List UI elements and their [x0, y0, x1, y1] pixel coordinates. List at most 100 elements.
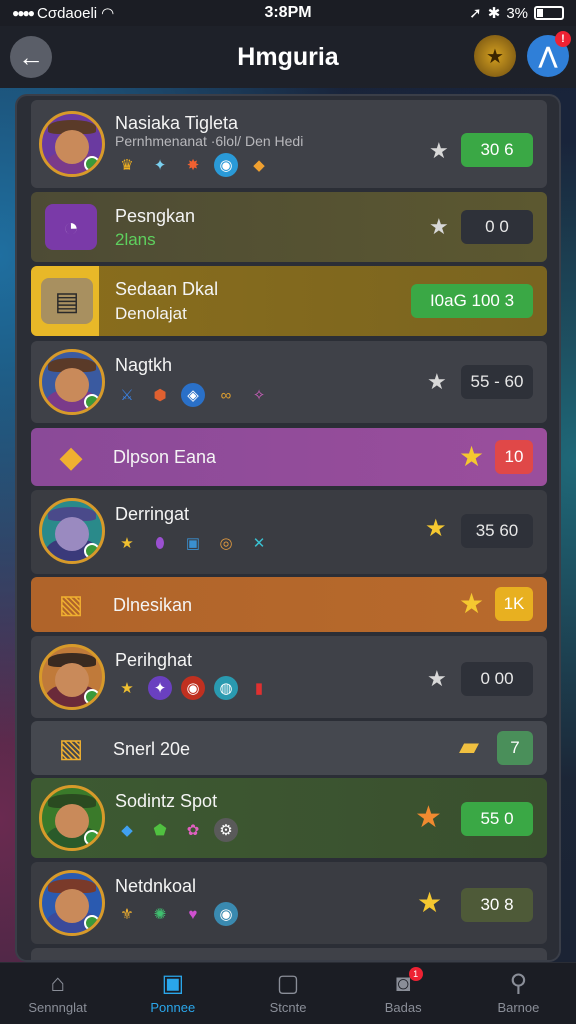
device-icon: ▢	[276, 970, 300, 997]
battery-percent: 3%	[506, 4, 528, 22]
globe-icon: ◍	[214, 676, 238, 700]
chest-icon: ◆	[253, 157, 265, 174]
list-item[interactable]: Netdnkoal ⚜ ✺ ♥ ◉ ★ 30 8	[31, 862, 547, 944]
badge-icons: ⚔ ⬢ ◈ ∞ ✧	[115, 383, 271, 407]
sword-icon: ✕	[252, 535, 266, 552]
player-name: Netdnkoal	[115, 876, 197, 896]
list-item[interactable]: ◆ Dlpson Eana ★ 10	[31, 428, 547, 486]
potion-icon: ▮	[254, 680, 264, 697]
gem-icon: ✦	[153, 157, 167, 174]
list-item[interactable]: ◔ Pesngkan 2lans ★ 0 0	[31, 192, 547, 262]
emerald-icon: ⬟	[153, 822, 167, 839]
notifications-button[interactable]: ⋀!	[527, 31, 571, 77]
flower-icon: ✿	[186, 822, 200, 839]
crystal-icon: ◆	[121, 822, 133, 839]
tab-home[interactable]: ⌂ Sennnglat	[0, 963, 115, 1024]
player-subtitle: 2lans	[115, 230, 156, 249]
gold-bar-icon: ▰	[459, 731, 479, 761]
gear-icon: ⚙	[214, 818, 238, 842]
fire-orb-icon: ◉	[181, 676, 205, 700]
home-icon: ⌂	[50, 970, 65, 997]
list-item[interactable]: Perihghat ★ ✦ ◉ ◍ ▮ ★ 0 00	[31, 636, 547, 718]
scroll-icon: ▧	[58, 732, 84, 763]
badge-icons: ◆ ⬟ ✿ ⚙	[115, 818, 238, 842]
carrier-label: Cσdaoeli	[37, 4, 98, 22]
signal-icon: ●●●●	[12, 6, 35, 20]
list-item[interactable]: ▧ Dlnesikan ★ 1K	[31, 577, 547, 632]
star-lock-icon: ★	[486, 45, 504, 68]
camera-icon: ▣	[161, 970, 185, 997]
score-badge: 7	[497, 731, 533, 765]
avatar	[39, 349, 105, 415]
list-item[interactable]: ▤ Sedaan Dkal Denolajat I0aG 100 3	[31, 266, 547, 336]
location-icon: ➚	[469, 5, 482, 22]
score-badge: 55 - 60	[461, 365, 533, 399]
page-title: Hmguria	[237, 42, 339, 71]
back-button[interactable]: ←	[10, 36, 52, 78]
sword-icon: ⚔	[120, 387, 134, 404]
avatar	[39, 498, 105, 564]
favorites-button[interactable]: ★	[474, 35, 516, 77]
chest-icon: ▣	[185, 535, 201, 552]
wifi-icon: ◠	[101, 5, 115, 22]
tab-profile[interactable]: ⚲ Barnoe	[461, 963, 576, 1024]
candy-icon: ✧	[252, 387, 266, 404]
list-item[interactable]: Sodintz Spot ◆ ⬟ ✿ ⚙ ★ 55 0	[31, 778, 547, 858]
tab-badas[interactable]: ◙ 1 Badas	[346, 963, 461, 1024]
list-item[interactable]	[31, 948, 547, 960]
star-badge-icon: ★	[120, 680, 134, 697]
score-badge: 0 0	[461, 210, 533, 244]
list-item[interactable]: Nasiaka Tigleta Pernhmenanat ·6lol/ Den …	[31, 100, 547, 188]
score-badge: 0 00	[461, 662, 533, 696]
player-subtitle: Pernhmenanat ·6lol/ Den Hedi	[115, 133, 304, 149]
battery-icon	[534, 6, 564, 20]
badge-icons: ⚜ ✺ ♥ ◉	[115, 902, 238, 926]
player-name: Dlnesikan	[113, 595, 193, 615]
player-name: Perihghat	[115, 650, 193, 670]
list-item[interactable]: ▧ Snerl 20e ▰ 7	[31, 721, 547, 775]
badge-icons: ★ ✦ ◉ ◍ ▮	[115, 676, 271, 700]
list-item[interactable]: Derringat ★ ⬮ ▣ ◎ ✕ ★ 35 60	[31, 490, 547, 574]
medal-icon: ⚜	[120, 906, 134, 923]
player-name: Sedaan Dkal	[115, 279, 219, 299]
chest-icon: ◆	[59, 440, 83, 474]
score-badge: 30 8	[461, 888, 533, 922]
list-item[interactable]: Nagtkh ⚔ ⬢ ◈ ∞ ✧ ★ 55 - 60	[31, 341, 547, 423]
fire-icon: ✸	[186, 157, 200, 174]
star-icon: ★	[429, 214, 449, 239]
rune-icon: ◈	[181, 383, 205, 407]
ring-icon: ∞	[220, 386, 232, 404]
avatar	[39, 870, 105, 936]
score-badge: 35 60	[461, 514, 533, 548]
avatar	[39, 111, 105, 177]
star-icon: ★	[425, 515, 447, 542]
crown-icon: ♛	[120, 157, 134, 174]
star-icon: ★	[417, 887, 443, 918]
status-bar: ●●●● Cσdaoeli ◠ 3:8PM ➚ ✱ 3%	[0, 0, 576, 26]
heart-icon: ♥	[188, 905, 198, 923]
crystal-icon: ⬮	[155, 534, 165, 552]
star-icon: ★	[429, 138, 449, 163]
tab-stcnte[interactable]: ▢ Stcnte	[230, 963, 345, 1024]
coin-stack-icon: ◎	[219, 535, 233, 552]
star-badge-icon: ★	[120, 535, 134, 552]
orb-icon: ✦	[148, 676, 172, 700]
item-icon: ▤	[41, 278, 93, 324]
tab-ponnee[interactable]: ▣ Ponnee	[115, 963, 230, 1024]
bluetooth-icon: ✱	[487, 5, 501, 22]
arrow-left-icon: ←	[18, 41, 44, 72]
score-badge: I0aG 100 3	[411, 284, 533, 318]
star-icon: ★	[427, 666, 447, 691]
profile-icon: ⋀	[538, 43, 558, 68]
orb-icon: ◉	[214, 902, 238, 926]
shield-icon: ⬢	[153, 387, 167, 404]
item-icon: ◔	[45, 204, 97, 250]
player-name: Pesngkan	[115, 206, 196, 226]
score-badge: 30 6	[461, 133, 533, 167]
score-badge: 10	[495, 440, 533, 474]
avatar	[39, 785, 105, 851]
player-name: Sodintz Spot	[115, 791, 218, 811]
user-icon: ⚲	[509, 970, 528, 997]
scroll-icon: ▧	[58, 588, 84, 619]
star-icon: ★	[427, 369, 447, 394]
